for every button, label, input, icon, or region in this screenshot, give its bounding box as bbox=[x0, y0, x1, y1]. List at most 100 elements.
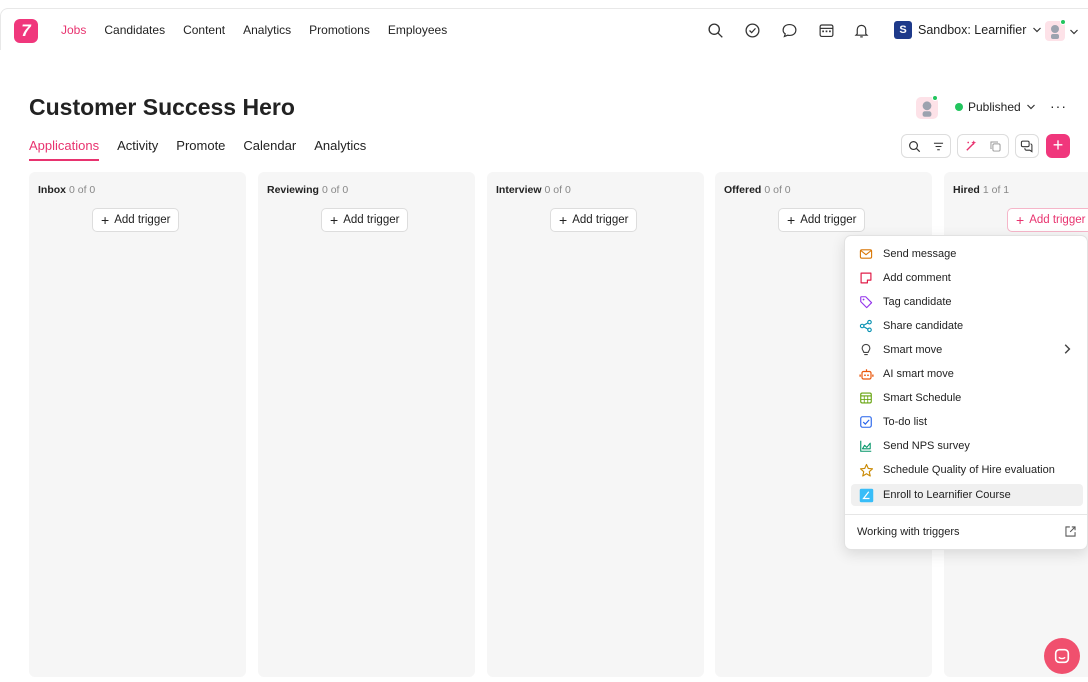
add-trigger-button[interactable]: + Add trigger bbox=[778, 208, 866, 232]
user-avatar[interactable] bbox=[1045, 19, 1066, 41]
plus-icon: + bbox=[559, 212, 568, 228]
menu-item-tag-candidate[interactable]: Tag candidate bbox=[851, 291, 1083, 313]
search-icon[interactable] bbox=[705, 20, 725, 40]
add-trigger-label: Add trigger bbox=[343, 214, 400, 226]
app-logo-icon[interactable]: 7 bbox=[14, 19, 38, 43]
add-trigger-button[interactable]: + Add trigger bbox=[321, 208, 409, 232]
menu-item-smart-schedule[interactable]: Smart Schedule bbox=[851, 387, 1083, 409]
add-trigger-button[interactable]: + Add trigger bbox=[550, 208, 638, 232]
menu-item-share-candidate[interactable]: Share candidate bbox=[851, 315, 1083, 337]
envelope-icon bbox=[858, 246, 874, 262]
menu-item-label: Smart Schedule bbox=[883, 392, 962, 404]
add-trigger-button[interactable]: + Add trigger bbox=[1007, 208, 1088, 232]
menu-item-schedule-quality-of-hire[interactable]: Schedule Quality of Hire evaluation bbox=[851, 459, 1083, 481]
job-owner-avatar[interactable] bbox=[916, 95, 938, 119]
column-reviewing: Reviewing 0 of 0 + Add trigger bbox=[258, 172, 475, 677]
copy-icon[interactable] bbox=[989, 140, 1002, 153]
menu-item-ai-smart-move[interactable]: AI smart move bbox=[851, 363, 1083, 385]
menu-item-send-nps-survey[interactable]: Send NPS survey bbox=[851, 435, 1083, 457]
working-with-triggers-link[interactable]: Working with triggers bbox=[857, 526, 960, 538]
column-count: 0 of 0 bbox=[321, 184, 349, 196]
search-filter-group bbox=[901, 134, 951, 158]
tab-applications[interactable]: Applications bbox=[29, 138, 100, 161]
status-label: Published bbox=[968, 100, 1021, 114]
column-count: 0 of 0 bbox=[544, 184, 571, 196]
calendar-icon[interactable] bbox=[816, 20, 836, 40]
online-indicator bbox=[932, 95, 938, 101]
menu-item-label: Send NPS survey bbox=[883, 440, 970, 452]
learnifier-icon bbox=[858, 487, 874, 503]
publish-status-dropdown[interactable]: Published bbox=[955, 100, 1036, 114]
nav-jobs[interactable]: Jobs bbox=[61, 23, 86, 37]
robot-icon bbox=[858, 366, 874, 382]
menu-item-label: Enroll to Learnifier Course bbox=[883, 489, 1011, 501]
plus-icon: + bbox=[1016, 212, 1025, 228]
menu-item-label: Smart move bbox=[883, 344, 943, 356]
filter-icon[interactable] bbox=[932, 140, 945, 153]
nav-analytics[interactable]: Analytics bbox=[243, 23, 291, 37]
nav-content[interactable]: Content bbox=[183, 23, 225, 37]
add-trigger-label: Add trigger bbox=[572, 214, 629, 226]
chevron-right-icon bbox=[1064, 344, 1071, 354]
add-trigger-label: Add trigger bbox=[800, 214, 857, 226]
nav-candidates[interactable]: Candidates bbox=[104, 23, 165, 37]
chevron-down-icon[interactable] bbox=[1069, 27, 1079, 37]
menu-item-label: Tag candidate bbox=[883, 296, 952, 308]
lightbulb-icon bbox=[858, 342, 874, 358]
column-interview: Interview 0 of 0 + Add trigger bbox=[487, 172, 704, 677]
magic-wand-icon[interactable] bbox=[964, 139, 978, 153]
automation-tools-group bbox=[957, 134, 1009, 158]
tab-activity[interactable]: Activity bbox=[117, 138, 158, 161]
more-options-icon[interactable]: ··· bbox=[1050, 98, 1067, 114]
chevron-down-icon bbox=[1026, 104, 1035, 110]
menu-item-send-message[interactable]: Send message bbox=[851, 243, 1083, 265]
trigger-menu: Send message Add comment Tag candidate S… bbox=[844, 235, 1088, 550]
column-count: 0 of 0 bbox=[764, 184, 791, 196]
tab-promote[interactable]: Promote bbox=[176, 138, 225, 161]
chevron-down-icon bbox=[1033, 27, 1042, 33]
column-title: Inbox bbox=[38, 184, 66, 196]
column-count: 0 of 0 bbox=[69, 184, 96, 196]
add-trigger-label: Add trigger bbox=[1029, 214, 1086, 226]
column-inbox: Inbox 0 of 0 + Add trigger bbox=[29, 172, 246, 677]
workspace-label: Sandbox: Learnifier bbox=[918, 23, 1027, 37]
column-title: Offered bbox=[724, 184, 762, 196]
chat-bubbles-icon bbox=[1020, 140, 1033, 153]
menu-item-to-do-list[interactable]: To-do list bbox=[851, 411, 1083, 433]
plus-icon: + bbox=[101, 212, 110, 228]
calendar-grid-icon bbox=[858, 390, 874, 406]
top-navigation-bar: 7 Jobs Candidates Content Analytics Prom… bbox=[0, 8, 1088, 50]
external-link-icon[interactable] bbox=[1064, 525, 1077, 538]
plus-icon: + bbox=[330, 212, 339, 228]
search-icon[interactable] bbox=[908, 140, 921, 153]
comment-icon bbox=[858, 270, 874, 286]
add-trigger-button[interactable]: + Add trigger bbox=[92, 208, 180, 232]
bell-icon[interactable] bbox=[851, 20, 871, 40]
check-circle-icon[interactable] bbox=[742, 20, 762, 40]
checkbox-icon bbox=[858, 414, 874, 430]
page-title: Customer Success Hero bbox=[29, 94, 295, 120]
menu-item-label: Send message bbox=[883, 248, 957, 260]
tab-analytics[interactable]: Analytics bbox=[314, 138, 366, 161]
add-button[interactable]: + bbox=[1046, 134, 1070, 158]
menu-item-smart-move[interactable]: Smart move bbox=[851, 339, 1083, 361]
column-title: Reviewing bbox=[267, 184, 319, 196]
chat-icon bbox=[1054, 648, 1070, 664]
support-chat-button[interactable] bbox=[1044, 638, 1080, 674]
main-nav: Jobs Candidates Content Analytics Promot… bbox=[61, 23, 447, 37]
add-trigger-label: Add trigger bbox=[114, 214, 171, 226]
star-icon bbox=[858, 462, 874, 478]
workspace-badge: S bbox=[894, 21, 912, 39]
menu-divider bbox=[845, 514, 1087, 515]
nav-promotions[interactable]: Promotions bbox=[309, 23, 370, 37]
tab-calendar[interactable]: Calendar bbox=[243, 138, 296, 161]
chat-icon[interactable] bbox=[779, 20, 799, 40]
nav-employees[interactable]: Employees bbox=[388, 23, 447, 37]
column-count: 1 of 1 bbox=[982, 184, 1010, 196]
menu-item-label: AI smart move bbox=[883, 368, 954, 380]
messages-button[interactable] bbox=[1015, 134, 1039, 158]
menu-item-label: To-do list bbox=[883, 416, 928, 428]
menu-item-enroll-learnifier-course[interactable]: Enroll to Learnifier Course bbox=[851, 484, 1083, 506]
workspace-switcher[interactable]: S Sandbox: Learnifier bbox=[894, 21, 1042, 39]
menu-item-add-comment[interactable]: Add comment bbox=[851, 267, 1083, 289]
